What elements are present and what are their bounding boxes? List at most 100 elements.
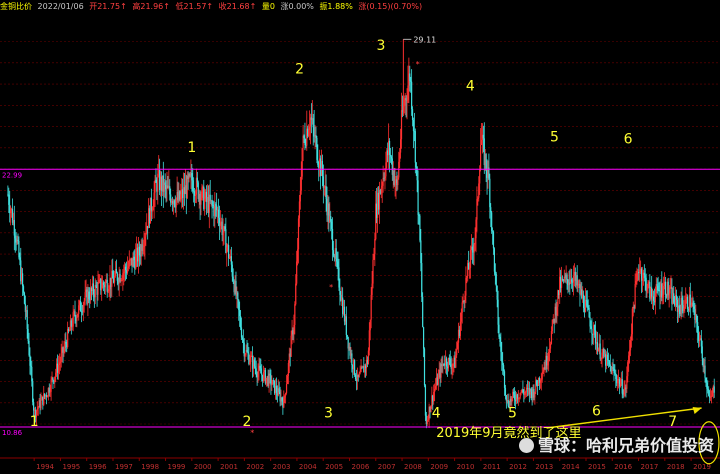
candle: [483, 122, 485, 174]
candle-body: [594, 325, 596, 331]
candle: [155, 168, 157, 183]
candle-body: [317, 159, 319, 165]
candle-body: [419, 215, 421, 241]
candle-body: [548, 348, 551, 353]
candle-body: [244, 354, 246, 357]
candle-body: [704, 365, 706, 378]
candle: [634, 273, 636, 310]
candle-body: [663, 285, 665, 295]
candle-body: [347, 337, 349, 349]
candle-body: [476, 199, 478, 220]
candle-body: [697, 322, 699, 333]
x-tick-label: 1997: [115, 463, 133, 471]
candle-body: [372, 259, 374, 284]
candle: [128, 250, 130, 270]
candle-body: [294, 304, 296, 325]
candle-body: [456, 348, 458, 356]
candle: [493, 247, 496, 276]
candle-body: [151, 210, 153, 212]
candle-body: [547, 360, 549, 366]
candle: [475, 217, 477, 253]
reference-label: 22.99: [2, 171, 22, 179]
candle: [514, 387, 516, 406]
candle-body: [312, 118, 314, 128]
candle-body: [102, 282, 105, 285]
candle-body: [380, 187, 382, 194]
max-label: 29.11: [413, 35, 436, 44]
candle-body: [67, 329, 69, 348]
candle: [462, 293, 464, 304]
candle-body: [249, 361, 251, 364]
candle-body: [613, 368, 615, 374]
x-tick-label: 2017: [641, 463, 659, 471]
candle: [356, 367, 358, 390]
candle: [316, 135, 318, 164]
candle: [708, 386, 710, 397]
candle-body: [369, 319, 371, 331]
candle: [469, 245, 472, 279]
candle-body: [466, 276, 468, 278]
annotation-arrowhead: [692, 407, 702, 414]
candle-body: [28, 340, 30, 356]
candle-body: [113, 275, 116, 283]
candle: [709, 388, 712, 401]
candle-body: [57, 365, 60, 373]
candle-body: [128, 259, 130, 267]
candle-body: [52, 377, 54, 381]
candle-body: [503, 365, 505, 372]
candle: [419, 214, 421, 243]
candle-body: [261, 373, 263, 375]
candle: [678, 295, 680, 318]
candle-body: [337, 261, 339, 268]
candle-body: [706, 382, 708, 389]
candle: [349, 342, 351, 359]
candle-body: [540, 379, 542, 381]
x-tick-label: 2013: [535, 463, 553, 471]
candle-body: [434, 389, 436, 393]
candle-body: [541, 373, 543, 380]
candle-body: [518, 397, 520, 399]
candle-body: [71, 326, 73, 328]
candle: [195, 168, 198, 204]
wave-label: 6: [624, 132, 633, 148]
candle-body: [144, 236, 146, 246]
candle-body: [684, 306, 686, 309]
wave-label: 4: [466, 78, 475, 94]
candle-body: [259, 365, 261, 369]
candle-body: [30, 365, 32, 367]
price-chart[interactable]: 29.11***22.9910.861994 1995 1996 1997 1998 19…: [0, 0, 720, 474]
candle-body: [606, 354, 609, 361]
candle: [468, 250, 470, 270]
candle: [221, 214, 223, 242]
candle-body: [316, 137, 318, 160]
candle: [277, 379, 279, 397]
candle-body: [388, 140, 391, 155]
candle: [92, 276, 95, 302]
candle: [380, 179, 382, 199]
candle: [211, 194, 213, 219]
candle-body: [705, 377, 707, 383]
candle: [518, 397, 520, 403]
candle-body: [286, 375, 289, 385]
candle: [57, 355, 60, 380]
wave-label: 3: [377, 38, 386, 54]
x-tick-label: 1996: [89, 463, 107, 471]
candle-body: [399, 139, 402, 153]
candle: [405, 95, 407, 118]
candle-body: [303, 135, 305, 139]
candle-body: [397, 177, 399, 186]
candle: [422, 292, 424, 328]
candle-body: [690, 304, 692, 307]
candle-body: [250, 356, 252, 362]
candle-body: [217, 209, 220, 218]
candle-body: [583, 294, 585, 308]
candle-body: [196, 177, 198, 183]
candle-body: [107, 291, 109, 293]
candle-body: [72, 312, 74, 327]
candle-body: [494, 271, 496, 274]
candle-body: [443, 363, 445, 365]
candle: [440, 358, 442, 383]
candle-body: [116, 273, 118, 281]
candle-body: [631, 308, 633, 335]
candle-body: [82, 304, 84, 312]
